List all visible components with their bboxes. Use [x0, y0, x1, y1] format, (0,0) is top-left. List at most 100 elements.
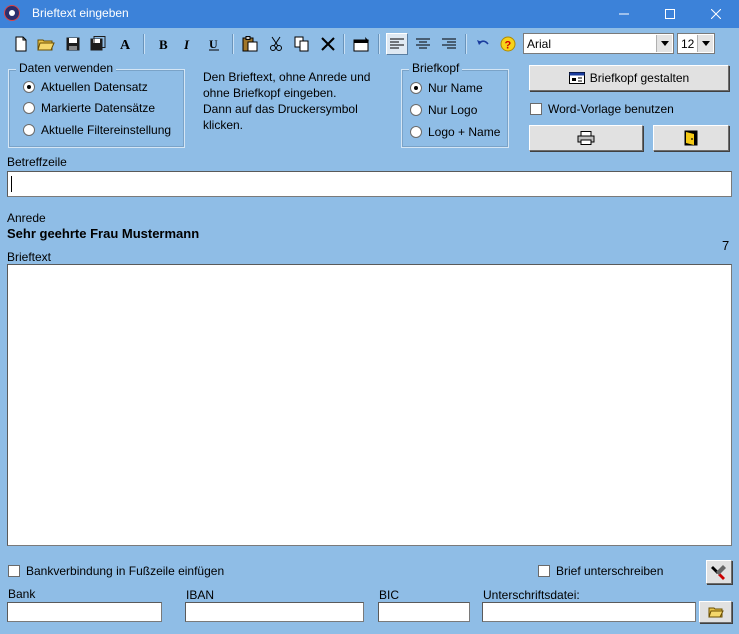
- toolbar-separator: [232, 34, 234, 54]
- brieftext-textarea[interactable]: [7, 264, 732, 546]
- open-folder-icon: [707, 607, 724, 618]
- svg-text:A: A: [120, 38, 131, 51]
- radio-label: Markierte Datensätze: [41, 101, 156, 115]
- save-disk-icon: [66, 37, 80, 51]
- svg-text:?: ?: [505, 40, 512, 52]
- radio-nur-name[interactable]: Nur Name: [410, 81, 483, 95]
- print-button[interactable]: [529, 125, 643, 151]
- unterschriftsdatei-input[interactable]: [482, 602, 696, 622]
- toolbar-separator: [465, 34, 467, 54]
- title-bar: Brieftext eingeben: [0, 0, 739, 28]
- new-document-button[interactable]: [10, 33, 32, 55]
- brieftext-label: Brieftext: [7, 250, 52, 264]
- instruction-line: klicken.: [203, 118, 244, 132]
- help-button[interactable]: ?: [497, 33, 519, 55]
- minimize-icon: [619, 13, 629, 15]
- properties-button[interactable]: [351, 33, 373, 55]
- radio-logo-name[interactable]: Logo + Name: [410, 125, 500, 139]
- cut-button[interactable]: [265, 33, 287, 55]
- open-button[interactable]: [35, 33, 57, 55]
- radio-aktuelle-filtereinstellung[interactable]: Aktuelle Filtereinstellung: [23, 123, 171, 137]
- briefkopf-gestalten-button[interactable]: Briefkopf gestalten: [529, 65, 729, 91]
- browse-signature-file-button[interactable]: [699, 601, 732, 623]
- app-icon: [4, 5, 20, 21]
- font-dropdown-button[interactable]: [656, 35, 672, 52]
- printer-icon: [577, 131, 595, 145]
- character-count: 7: [722, 238, 730, 253]
- undo-button[interactable]: [472, 33, 494, 55]
- properties-icon: [353, 37, 369, 52]
- signature-settings-button[interactable]: [706, 560, 732, 584]
- bank-label: Bank: [8, 587, 36, 601]
- instruction-line: Dann auf das Druckersymbol: [203, 102, 358, 116]
- align-right-button[interactable]: [438, 33, 460, 55]
- checkbox-indicator[interactable]: [538, 565, 550, 577]
- daten-verwenden-title: Daten verwenden: [16, 61, 117, 75]
- iban-input[interactable]: [185, 602, 364, 622]
- bic-input[interactable]: [378, 602, 470, 622]
- instruction-text: Den Brieftext, ohne Anrede und ohne Brie…: [203, 69, 370, 133]
- delete-button[interactable]: [317, 33, 339, 55]
- letterhead-icon: [568, 72, 585, 84]
- radio-nur-logo[interactable]: Nur Logo: [410, 103, 477, 117]
- underline-button[interactable]: U: [203, 33, 225, 55]
- bold-button[interactable]: B: [153, 33, 175, 55]
- font-a-icon: A: [120, 38, 131, 51]
- paste-button[interactable]: [239, 33, 261, 55]
- svg-text:I: I: [183, 37, 190, 51]
- signature-tools-icon: [711, 565, 726, 580]
- anrede-label: Anrede: [7, 211, 46, 225]
- chevron-down-icon: [701, 41, 710, 46]
- save-as-button[interactable]: [87, 33, 109, 55]
- exit-button[interactable]: [653, 125, 729, 151]
- window-title: Brieftext eingeben: [32, 6, 129, 20]
- italic-button[interactable]: I: [178, 33, 200, 55]
- toolbar-separator: [378, 34, 380, 54]
- unterschriftsdatei-label: Unterschriftsdatei:: [483, 588, 580, 602]
- word-vorlage-label: Word-Vorlage benutzen: [548, 102, 674, 116]
- bank-input[interactable]: [7, 602, 162, 622]
- font-select[interactable]: Arial: [523, 33, 674, 54]
- chevron-down-icon: [660, 41, 669, 46]
- radio-indicator[interactable]: [410, 82, 422, 94]
- font-size-dropdown-button[interactable]: [697, 35, 713, 52]
- font-button[interactable]: A: [114, 33, 136, 55]
- word-vorlage-checkbox[interactable]: Word-Vorlage benutzen: [530, 102, 674, 116]
- font-select-value: Arial: [527, 37, 552, 51]
- radio-indicator[interactable]: [410, 104, 422, 116]
- minimize-button[interactable]: [601, 0, 647, 28]
- align-right-icon: [442, 38, 456, 49]
- anrede-value: Sehr geehrte Frau Mustermann: [7, 226, 200, 241]
- bankverbindung-checkbox[interactable]: Bankverbindung in Fußzeile einfügen: [8, 564, 224, 578]
- radio-indicator[interactable]: [410, 126, 422, 138]
- font-size-value: 12: [681, 37, 695, 51]
- radio-aktueller-datensatz[interactable]: Aktuellen Datensatz: [23, 80, 148, 94]
- radio-indicator[interactable]: [23, 81, 35, 93]
- underline-icon: U: [209, 37, 219, 51]
- radio-label: Aktuelle Filtereinstellung: [41, 123, 172, 137]
- checkbox-indicator[interactable]: [530, 103, 542, 115]
- maximize-button[interactable]: [647, 0, 693, 28]
- close-icon: [710, 8, 722, 20]
- save-button[interactable]: [62, 33, 84, 55]
- undo-arrow-icon: [477, 40, 489, 45]
- betreffzeile-input[interactable]: [7, 171, 732, 197]
- copy-icon: [294, 36, 309, 52]
- betreffzeile-label: Betreffzeile: [7, 155, 67, 169]
- align-left-button[interactable]: [386, 33, 408, 55]
- exit-door-icon: [684, 130, 698, 146]
- close-button[interactable]: [693, 0, 739, 28]
- copy-button[interactable]: [291, 33, 313, 55]
- font-size-select[interactable]: 12: [677, 33, 715, 54]
- brief-unterschreiben-checkbox[interactable]: Brief unterschreiben: [538, 564, 663, 578]
- radio-indicator[interactable]: [23, 124, 35, 136]
- align-center-button[interactable]: [412, 33, 434, 55]
- svg-text:B: B: [159, 37, 168, 51]
- open-folder-icon: [37, 39, 55, 51]
- iban-label: IBAN: [186, 588, 215, 602]
- toolbar-separator: [143, 34, 145, 54]
- checkbox-indicator[interactable]: [8, 565, 20, 577]
- briefkopf-title: Briefkopf: [409, 61, 463, 75]
- radio-markierte-datensaetze[interactable]: Markierte Datensätze: [23, 101, 155, 115]
- radio-indicator[interactable]: [23, 102, 35, 114]
